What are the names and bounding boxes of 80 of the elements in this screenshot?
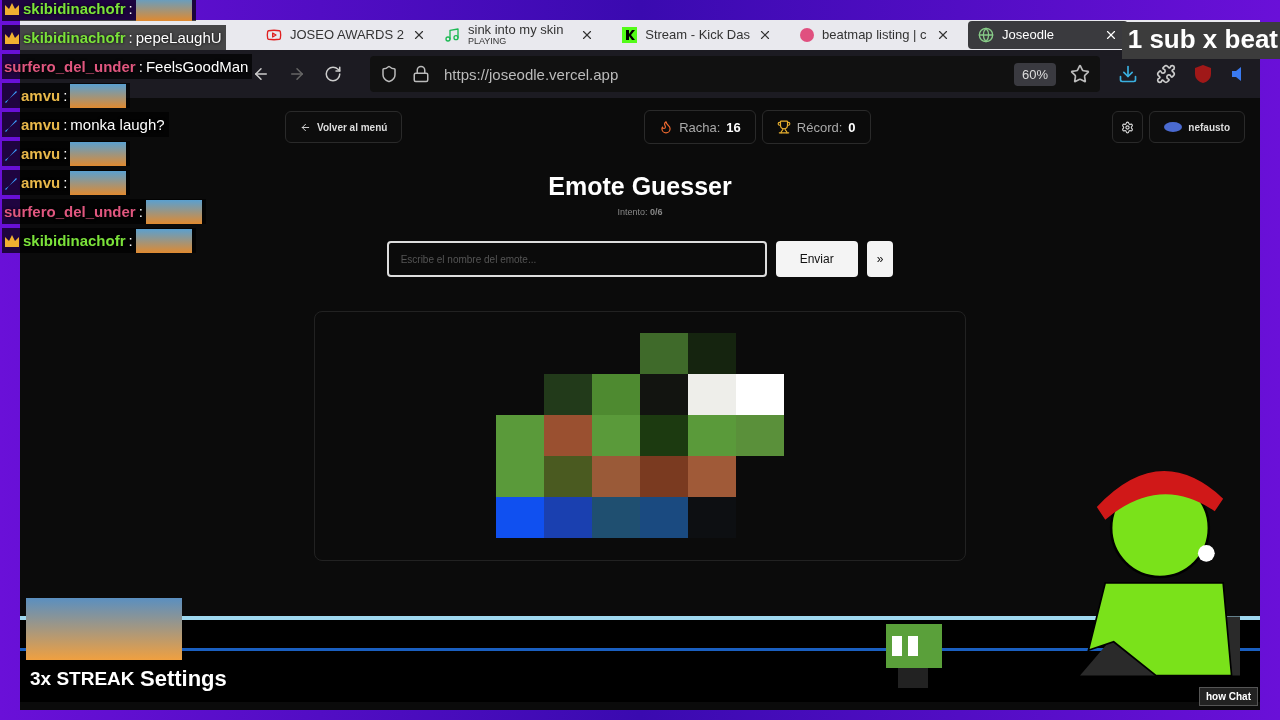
avatar-icon bbox=[1164, 121, 1183, 133]
chat-username: surfero_del_under bbox=[4, 58, 136, 75]
crown-icon bbox=[4, 30, 20, 45]
chat-username: amvu bbox=[21, 145, 61, 162]
lock-icon bbox=[412, 65, 430, 83]
chat-colon: : bbox=[128, 232, 133, 249]
chat-username: amvu bbox=[21, 174, 61, 191]
video-icon bbox=[266, 27, 282, 43]
chat-username: skibidinachofr bbox=[23, 29, 126, 46]
close-icon[interactable] bbox=[580, 28, 594, 42]
chat-colon: : bbox=[138, 58, 143, 75]
chat-colon: : bbox=[128, 29, 133, 46]
trophy-icon bbox=[776, 120, 791, 134]
emote-placeholder bbox=[70, 83, 127, 108]
emote-placeholder bbox=[135, 228, 192, 253]
close-icon[interactable] bbox=[758, 28, 772, 42]
chat-message: FeelsGoodMan bbox=[145, 58, 249, 75]
chat-colon: : bbox=[63, 174, 68, 191]
chat-colon: : bbox=[63, 87, 68, 104]
emote-placeholder bbox=[70, 141, 127, 166]
attempt-counter: Intento: 0/6 bbox=[617, 207, 663, 217]
chat-username: amvu bbox=[21, 116, 61, 133]
settings-text: Settings bbox=[140, 666, 227, 692]
settings-icon bbox=[1121, 120, 1135, 134]
sub-goal-text: 1 sub x beat bbox=[1121, 22, 1280, 59]
settings-button[interactable] bbox=[1112, 111, 1144, 143]
sword-icon bbox=[4, 88, 18, 103]
back-icon[interactable] bbox=[252, 65, 270, 83]
stat-value: 0 bbox=[848, 119, 856, 135]
crown-icon bbox=[4, 1, 20, 16]
arrow-left-icon bbox=[300, 121, 311, 133]
close-icon[interactable] bbox=[936, 28, 950, 42]
emote-placeholder bbox=[70, 170, 127, 195]
chat-username: surfero_del_under bbox=[4, 203, 136, 220]
chat-colon: : bbox=[63, 145, 68, 162]
submit-button[interactable]: Enviar bbox=[775, 241, 858, 277]
emote-name-input[interactable]: Escribe el nombre del emote... bbox=[386, 241, 767, 277]
music-icon bbox=[444, 27, 460, 43]
emote-placeholder bbox=[135, 0, 192, 21]
crown-icon bbox=[4, 233, 20, 248]
letter-logo-icon bbox=[622, 27, 638, 43]
emote-placeholder bbox=[145, 199, 202, 224]
circle-icon bbox=[800, 28, 814, 42]
page-title: Emote Guesser bbox=[548, 172, 732, 201]
sword-icon bbox=[4, 175, 18, 190]
streak-text: 3x STREAK bbox=[30, 668, 135, 690]
browser-tab[interactable]: JOSEO AWARDS 2 bbox=[256, 21, 426, 49]
forward-icon[interactable] bbox=[288, 65, 306, 83]
stat-value: 16 bbox=[726, 119, 741, 135]
robot-character-drawing bbox=[884, 622, 944, 690]
address-bar[interactable]: https://joseodle.vercel.app 60% bbox=[370, 56, 1100, 92]
zoom-level[interactable]: 60% bbox=[1013, 62, 1056, 86]
extensions-icon[interactable] bbox=[1156, 64, 1176, 84]
chat-username: skibidinachofr bbox=[23, 0, 126, 17]
close-icon[interactable] bbox=[1104, 28, 1118, 42]
browser-tab[interactable]: Stream - Kick Das bbox=[612, 21, 782, 49]
stat-label: Racha: bbox=[679, 119, 721, 135]
skip-button[interactable]: » bbox=[866, 241, 894, 277]
stat-label: Récord: bbox=[796, 119, 843, 135]
flame-icon bbox=[659, 120, 674, 134]
download-icon[interactable] bbox=[1118, 64, 1138, 84]
reload-icon[interactable] bbox=[324, 65, 342, 83]
chat-message: monka laugh? bbox=[70, 116, 165, 133]
chat-username: amvu bbox=[21, 87, 61, 104]
user-button[interactable]: nefausto bbox=[1149, 111, 1245, 143]
chat-colon: : bbox=[63, 116, 68, 133]
star-icon[interactable] bbox=[1070, 64, 1090, 84]
sword-icon bbox=[4, 117, 18, 132]
chat-message: pepeLaughU bbox=[135, 29, 222, 46]
shield-icon bbox=[380, 65, 398, 83]
chat-colon: : bbox=[128, 0, 133, 17]
chat-colon: : bbox=[138, 203, 143, 220]
chat-username: skibidinachofr bbox=[23, 232, 126, 249]
url-text: https://joseodle.vercel.app bbox=[444, 65, 619, 83]
globe-icon bbox=[978, 27, 994, 43]
show-chat-button[interactable]: how Chat bbox=[1199, 687, 1258, 706]
back-button[interactable]: Volver al menú bbox=[285, 111, 403, 143]
browser-tab[interactable]: beatmap listing | c bbox=[790, 21, 960, 49]
sword-icon bbox=[4, 146, 18, 161]
browser-tab[interactable]: sink into my skin PLAYING bbox=[434, 21, 604, 49]
